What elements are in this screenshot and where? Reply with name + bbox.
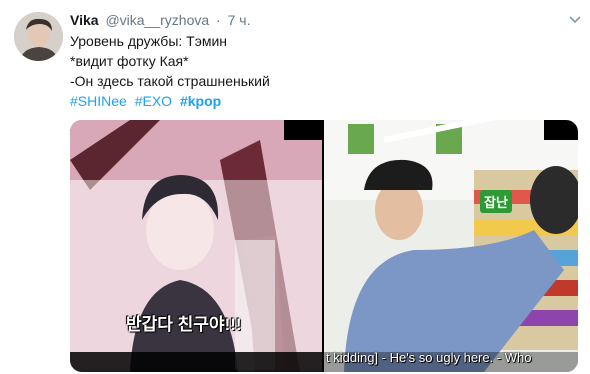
media-grid: 반갑다 친구야!!! 잡난 t kidding] - He's so ugly … <box>70 120 578 372</box>
hashtag-link[interactable]: #SHINee <box>70 93 127 109</box>
photo-store[interactable]: 잡난 <box>324 120 578 372</box>
avatar[interactable] <box>14 12 63 61</box>
hashtags: #SHINee #EXO #kpop <box>70 91 270 111</box>
separator-dot: · <box>216 12 221 28</box>
user-handle[interactable]: @vika__ryzhova <box>105 12 209 28</box>
tweet-header: Vika @vika__ryzhova · 7 ч. <box>70 11 250 29</box>
chevron-down-icon[interactable] <box>567 12 583 28</box>
hashtag-link[interactable]: #EXO <box>135 93 172 109</box>
store-sign: 잡난 <box>480 190 512 213</box>
tweet-card[interactable]: Vika @vika__ryzhova · 7 ч. Уровень дружб… <box>0 0 590 374</box>
video-subtitle: t kidding] - He's so ugly here. - Who <box>326 350 532 365</box>
hashtag-link[interactable]: #kpop <box>180 93 221 109</box>
overlay-caption: 반갑다 친구야!!! <box>126 315 242 334</box>
tweet-text: Уровень дружбы: Тэмин *видит фотку Кая* … <box>70 31 270 111</box>
user-name[interactable]: Vika <box>70 12 99 28</box>
photo-poster[interactable]: 반갑다 친구야!!! <box>70 120 322 372</box>
tweet-timestamp[interactable]: 7 ч. <box>228 12 251 28</box>
tweet-line: *видит фотку Кая* <box>70 53 189 69</box>
tweet-line: Уровень дружбы: Тэмин <box>70 33 228 49</box>
tweet-line: -Он здесь такой страшненький <box>70 73 270 89</box>
